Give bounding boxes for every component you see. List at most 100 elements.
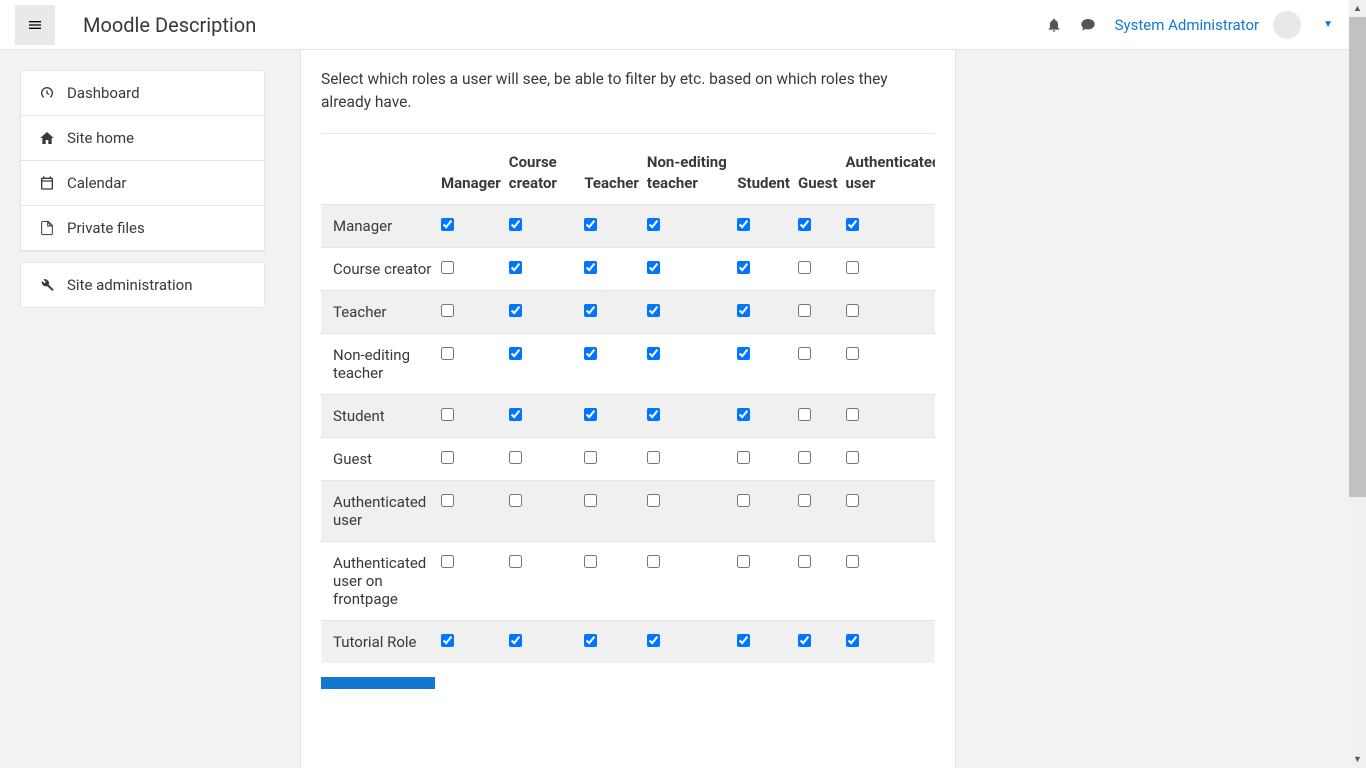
role-checkbox[interactable]: [737, 494, 750, 507]
hamburger-button[interactable]: [15, 5, 55, 45]
role-checkbox[interactable]: [509, 634, 522, 647]
role-checkbox[interactable]: [798, 555, 811, 568]
role-checkbox[interactable]: [737, 347, 750, 360]
role-checkbox[interactable]: [441, 261, 454, 274]
role-checkbox[interactable]: [441, 451, 454, 464]
role-checkbox[interactable]: [798, 408, 811, 421]
role-checkbox[interactable]: [509, 304, 522, 317]
role-checkbox[interactable]: [647, 218, 660, 231]
row-label: Course creator: [321, 247, 441, 290]
role-checkbox[interactable]: [647, 408, 660, 421]
role-checkbox[interactable]: [509, 347, 522, 360]
scrollbar-thumb[interactable]: [1349, 17, 1366, 497]
save-button[interactable]: [321, 677, 435, 689]
role-checkbox[interactable]: [846, 555, 859, 568]
cell: [441, 394, 509, 437]
role-checkbox[interactable]: [441, 555, 454, 568]
role-checkbox[interactable]: [441, 304, 454, 317]
role-checkbox[interactable]: [737, 408, 750, 421]
role-checkbox[interactable]: [737, 634, 750, 647]
role-checkbox[interactable]: [647, 494, 660, 507]
role-checkbox[interactable]: [509, 494, 522, 507]
table-row: Non-editing teacher: [321, 333, 935, 394]
page-description: Select which roles a user will see, be a…: [321, 68, 935, 115]
sidebar-item-privatefiles[interactable]: Private files: [21, 206, 264, 251]
cell: [509, 437, 585, 480]
role-checkbox[interactable]: [509, 408, 522, 421]
sidebar-item-sitehome[interactable]: Site home: [21, 116, 264, 161]
role-checkbox[interactable]: [798, 304, 811, 317]
role-checkbox[interactable]: [584, 555, 597, 568]
role-checkbox[interactable]: [737, 555, 750, 568]
role-checkbox[interactable]: [798, 451, 811, 464]
chat-icon: [1080, 17, 1096, 33]
role-checkbox[interactable]: [798, 218, 811, 231]
role-checkbox[interactable]: [647, 451, 660, 464]
role-checkbox[interactable]: [846, 261, 859, 274]
role-checkbox[interactable]: [584, 408, 597, 421]
role-checkbox[interactable]: [647, 347, 660, 360]
role-checkbox[interactable]: [846, 494, 859, 507]
role-checkbox[interactable]: [584, 634, 597, 647]
chevron-down-icon[interactable]: ▼: [1323, 19, 1333, 30]
scroll-up-icon[interactable]: ▲: [1349, 0, 1366, 17]
role-checkbox[interactable]: [584, 451, 597, 464]
cell: [846, 394, 935, 437]
row-label: Tutorial Role: [321, 620, 441, 663]
main-content: Select which roles a user will see, be a…: [300, 50, 956, 768]
role-checkbox[interactable]: [798, 261, 811, 274]
sidebar-item-siteadmin[interactable]: Site administration: [21, 263, 264, 307]
user-menu-link[interactable]: System Administrator: [1115, 16, 1259, 34]
role-checkbox[interactable]: [441, 218, 454, 231]
cell: [509, 333, 585, 394]
role-checkbox[interactable]: [647, 261, 660, 274]
page-scrollbar[interactable]: ▲ ▼: [1349, 0, 1366, 768]
role-checkbox[interactable]: [584, 347, 597, 360]
role-checkbox[interactable]: [509, 261, 522, 274]
role-checkbox[interactable]: [584, 494, 597, 507]
role-checkbox[interactable]: [509, 555, 522, 568]
cell: [584, 204, 647, 247]
role-checkbox[interactable]: [798, 347, 811, 360]
cell: [798, 204, 846, 247]
role-checkbox[interactable]: [737, 261, 750, 274]
role-checkbox[interactable]: [441, 634, 454, 647]
avatar[interactable]: [1273, 11, 1301, 39]
role-checkbox[interactable]: [441, 494, 454, 507]
role-checkbox[interactable]: [798, 494, 811, 507]
cell: [441, 290, 509, 333]
sidebar-item-calendar[interactable]: Calendar: [21, 161, 264, 206]
role-checkbox[interactable]: [846, 347, 859, 360]
cell: [647, 437, 737, 480]
scroll-down-icon[interactable]: ▼: [1349, 751, 1366, 768]
site-brand[interactable]: Moodle Description: [83, 13, 256, 37]
role-checkbox[interactable]: [584, 261, 597, 274]
role-checkbox[interactable]: [737, 304, 750, 317]
sidebar-item-dashboard[interactable]: Dashboard: [21, 71, 264, 116]
role-checkbox[interactable]: [584, 218, 597, 231]
cell: [441, 333, 509, 394]
cell: [647, 541, 737, 620]
role-checkbox[interactable]: [846, 451, 859, 464]
cell: [647, 204, 737, 247]
role-checkbox[interactable]: [647, 304, 660, 317]
role-checkbox[interactable]: [509, 218, 522, 231]
messages-button[interactable]: [1075, 12, 1101, 38]
role-checkbox[interactable]: [647, 634, 660, 647]
role-checkbox[interactable]: [509, 451, 522, 464]
role-checkbox[interactable]: [441, 408, 454, 421]
role-checkbox[interactable]: [441, 347, 454, 360]
role-checkbox[interactable]: [737, 451, 750, 464]
role-checkbox[interactable]: [846, 218, 859, 231]
role-checkbox[interactable]: [647, 555, 660, 568]
role-checkbox[interactable]: [798, 634, 811, 647]
role-checkbox[interactable]: [846, 408, 859, 421]
cell: [584, 620, 647, 663]
table-row: Authenticated user: [321, 480, 935, 541]
cell: [441, 620, 509, 663]
role-checkbox[interactable]: [584, 304, 597, 317]
role-checkbox[interactable]: [846, 304, 859, 317]
notifications-button[interactable]: [1041, 12, 1067, 38]
role-checkbox[interactable]: [846, 634, 859, 647]
role-checkbox[interactable]: [737, 218, 750, 231]
